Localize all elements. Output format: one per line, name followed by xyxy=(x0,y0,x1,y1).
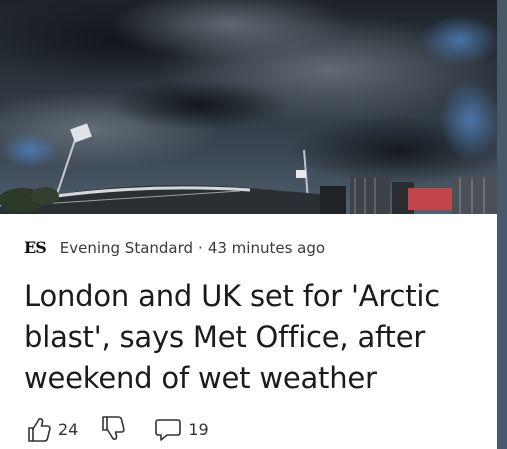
article-age: 43 minutes ago xyxy=(207,239,326,257)
meta-separator: · xyxy=(198,239,203,257)
reaction-bar: 24 19 xyxy=(26,413,209,445)
news-card[interactable]: ES Evening Standard · 43 minutes ago Lon… xyxy=(0,0,497,449)
comment-icon xyxy=(154,415,182,443)
dislike-button[interactable] xyxy=(100,415,126,443)
stormy-stadium-photo xyxy=(0,0,497,214)
comment-button[interactable]: 19 xyxy=(154,415,209,443)
like-count: 24 xyxy=(58,419,79,439)
article-image[interactable] xyxy=(0,0,497,214)
comment-count: 19 xyxy=(188,419,209,439)
thumbs-up-icon xyxy=(26,415,52,443)
page-edge xyxy=(497,0,507,449)
evening-standard-logo: ES xyxy=(24,238,47,257)
article-headline[interactable]: London and UK set for 'Arctic blast', sa… xyxy=(24,276,484,399)
like-button[interactable]: 24 xyxy=(26,415,78,443)
article-source: ES Evening Standard · 43 minutes ago xyxy=(24,236,325,260)
source-name[interactable]: Evening Standard xyxy=(60,239,193,257)
thumbs-down-icon xyxy=(100,415,126,443)
